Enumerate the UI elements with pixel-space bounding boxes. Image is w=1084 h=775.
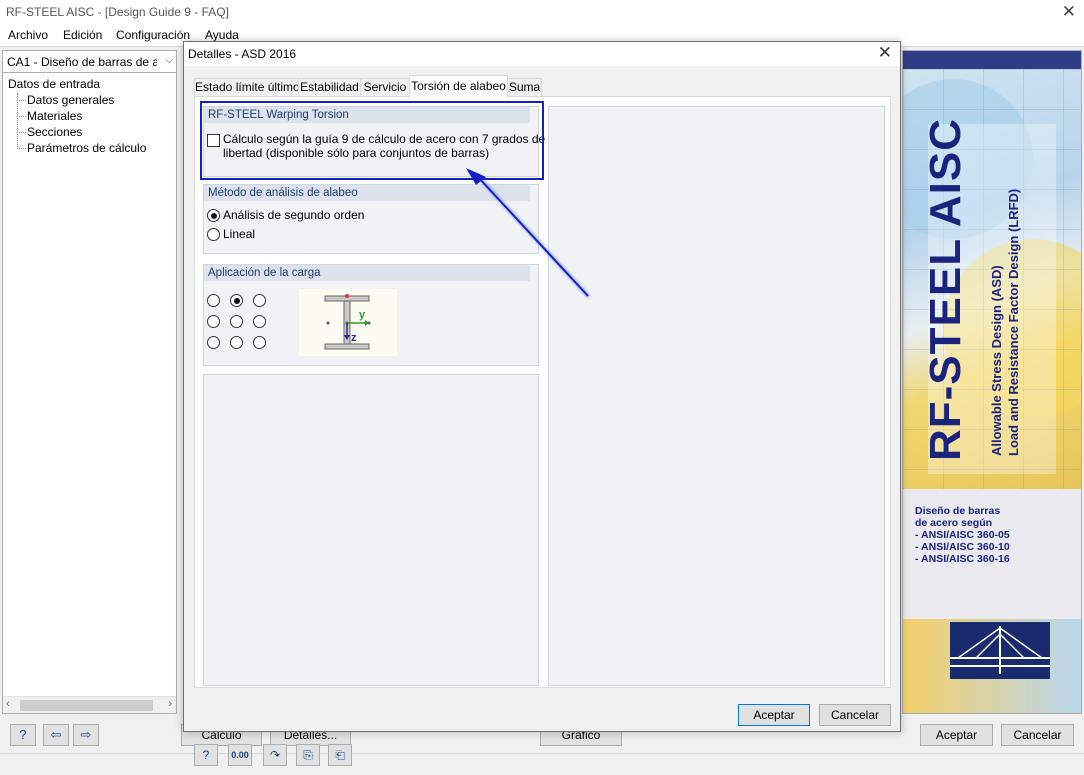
empty-group-panel: [203, 374, 539, 686]
tab-estabilidad[interactable]: Estabilidad: [298, 78, 361, 97]
tab-servicio[interactable]: Servicio: [360, 78, 410, 97]
status-bar: [0, 753, 1084, 775]
export-icon[interactable]: ⇨: [73, 724, 99, 746]
menu-edicion[interactable]: Edición: [63, 28, 102, 42]
tab-suma[interactable]: Suma: [507, 78, 542, 97]
load-radio-r2c3[interactable]: [253, 315, 266, 328]
radio-lineal[interactable]: [207, 228, 220, 241]
tree-connector: [17, 100, 26, 101]
dialog-cancelar-button[interactable]: Cancelar: [819, 704, 891, 726]
tree-item-datos-generales[interactable]: Datos generales: [27, 93, 115, 107]
tree-item-parametros[interactable]: Parámetros de cálculo: [27, 141, 146, 155]
brand-desc-line: Diseño de barras: [915, 505, 1001, 517]
dialog-aceptar-button[interactable]: Aceptar: [738, 704, 810, 726]
case-select[interactable]: CA1 - Diseño de barras de acer ⌵: [3, 51, 176, 73]
axis-z-label: z: [351, 332, 357, 344]
help-icon[interactable]: ?: [10, 724, 36, 746]
brand-desc-line: - ANSI/AISC 360-05: [915, 529, 1010, 541]
decimal-places-icon[interactable]: 0.00: [228, 744, 252, 766]
load-radio-r1c2[interactable]: [230, 294, 243, 307]
menu-ayuda[interactable]: Ayuda: [205, 28, 239, 42]
tree-connector: [17, 148, 26, 149]
main-aceptar-button[interactable]: Aceptar: [920, 724, 993, 746]
window-title: RF-STEEL AISC - [Design Guide 9 - FAQ]: [6, 5, 229, 19]
tree-connector: [17, 116, 26, 117]
save-settings-icon[interactable]: ⎗: [328, 744, 352, 766]
radio-second-order[interactable]: [207, 209, 220, 222]
main-close-icon[interactable]: ✕: [1062, 2, 1076, 22]
menu-archivo[interactable]: Archivo: [8, 28, 48, 42]
brand-desc-line: - ANSI/AISC 360-10: [915, 541, 1010, 553]
dialog-help-icon[interactable]: ?: [194, 744, 218, 766]
i-section-diagram: y z: [299, 289, 397, 356]
scroll-left-icon[interactable]: ‹: [6, 698, 10, 710]
tab-torsion-alabeo[interactable]: Torsión de alabeo: [409, 75, 508, 97]
load-radio-r1c3[interactable]: [253, 294, 266, 307]
tab-content: RF-STEEL Warping Torsion Cálculo según l…: [194, 96, 891, 688]
axis-y-label: y: [359, 309, 366, 321]
load-radio-r3c3[interactable]: [253, 336, 266, 349]
brand-desc-line: de acero según: [915, 517, 993, 529]
scrollbar-thumb[interactable]: [20, 700, 153, 711]
method-group: Método de análisis de alabeo Análisis de…: [203, 184, 539, 254]
right-empty-panel: [548, 106, 885, 686]
tree-item-secciones[interactable]: Secciones: [27, 125, 82, 139]
brand-subtitle-lrfd: Load and Resistance Factor Design (LRFD): [1006, 188, 1021, 456]
dialog-title-bar: Detalles - ASD 2016 ✕: [184, 42, 900, 66]
brand-subtitle-asd: Allowable Stress Design (ASD): [989, 265, 1004, 456]
brand-header-strip: [903, 51, 1081, 69]
brand-title: RF-STEEL AISC: [921, 117, 970, 461]
load-radio-r3c1[interactable]: [207, 336, 220, 349]
load-radio-r3c2[interactable]: [230, 336, 243, 349]
brand-description: Diseño de barras de acero según - ANSI/A…: [903, 489, 1081, 619]
menu-configuracion[interactable]: Configuración: [116, 28, 190, 42]
dlubal-logo-icon: [950, 622, 1050, 679]
brand-footer: [903, 619, 1081, 713]
load-radio-r2c2[interactable]: [230, 315, 243, 328]
load-settings-icon[interactable]: ⎘: [296, 744, 320, 766]
branding-panel: RF-STEEL AISC Allowable Stress Design (A…: [902, 50, 1082, 714]
main-cancelar-button[interactable]: Cancelar: [1001, 724, 1074, 746]
chevron-down-icon[interactable]: ⌵: [165, 55, 173, 66]
dialog-close-icon[interactable]: ✕: [878, 43, 892, 63]
tab-estado-limite[interactable]: Estado límite último: [194, 78, 300, 97]
load-group-header: Aplicación de la carga: [204, 265, 530, 281]
brand-desc-line: - ANSI/AISC 360-16: [915, 553, 1010, 565]
tree-item-materiales[interactable]: Materiales: [27, 109, 82, 123]
load-radio-r2c1[interactable]: [207, 315, 220, 328]
navigator-panel: CA1 - Diseño de barras de acer ⌵ Datos d…: [2, 50, 177, 714]
import-icon[interactable]: ⇦: [43, 724, 69, 746]
tree-root[interactable]: Datos de entrada: [8, 77, 100, 91]
annotation-highlight-box: [200, 101, 544, 180]
tree-connector: [17, 93, 18, 149]
main-title-bar: RF-STEEL AISC - [Design Guide 9 - FAQ] ✕: [0, 0, 1084, 26]
dialog-title: Detalles - ASD 2016: [188, 47, 297, 61]
load-application-group: Aplicación de la carga y z: [203, 264, 539, 366]
radio-lineal-label: Lineal: [223, 227, 256, 241]
scroll-right-icon[interactable]: ›: [168, 698, 172, 710]
method-group-header: Método de análisis de alabeo: [204, 185, 530, 201]
tree-connector: [17, 132, 26, 133]
case-select-value: CA1 - Diseño de barras de acer: [7, 55, 157, 69]
horizontal-scrollbar[interactable]: ‹ ›: [3, 696, 176, 713]
load-radio-r1c1[interactable]: [207, 294, 220, 307]
radio-second-order-label: Análisis de segundo orden: [223, 208, 365, 222]
reset-icon[interactable]: ↷: [263, 744, 287, 766]
